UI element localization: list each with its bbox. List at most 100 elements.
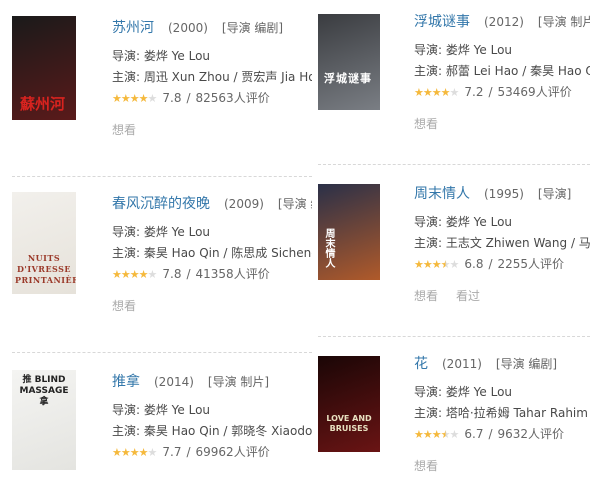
film-director: 导演: 娄烨 Ye Lou (414, 215, 513, 229)
film-role-tags: [导演 制片 编剧] (537, 15, 590, 29)
star-icon: ★ (449, 258, 460, 271)
star-icon: ★ (129, 446, 140, 459)
rating-votes: 82563人评价 (195, 91, 270, 105)
film-title[interactable]: 花 (414, 356, 428, 372)
rating-score: 7.2 (464, 85, 484, 99)
film-title[interactable]: 周末情人 (414, 186, 470, 202)
rating-separator: / (488, 85, 493, 99)
film-actions: 想看 (414, 457, 590, 474)
poster-text: 浮城谜事 (324, 72, 372, 85)
rating-stars: ★★★★★ (414, 428, 460, 441)
star-icon: ★ (138, 268, 149, 281)
film-card: 推 BLIND MASSAGE 拿 推拿 (2014) [导演 制片] 导演: 娄烨… (12, 352, 312, 480)
film-role-tags: [导演 制片] (207, 375, 270, 389)
film-info: 浮城谜事 (2012) [导演 制片 编剧] 导演: 娄烨 Ye Lou 主演: 郝… (414, 10, 590, 132)
want-to-watch-link[interactable]: 想看 (112, 123, 136, 137)
rating-score: 7.7 (162, 445, 182, 459)
star-icon: ★ (147, 446, 158, 459)
star-icon: ★ (414, 258, 424, 271)
star-icon: ★ (138, 446, 149, 459)
star-icon: ★ (431, 86, 442, 99)
rating-stars: ★★★★★ (112, 268, 158, 281)
star-icon: ★ (449, 428, 460, 441)
film-info: 春风沉醉的夜晚 (2009) [导演 编剧] 导演: 娄烨 Ye Lou 主演: 秦… (112, 192, 312, 314)
title-line: 花 (2011) [导演 编剧] (414, 352, 590, 374)
film-poster[interactable]: 周末情人 (318, 184, 380, 280)
film-cast: 主演: 秦昊 Hao Qin / 陈思成 Sicheng Chen (112, 246, 312, 260)
star-icon: ★ (120, 446, 131, 459)
film-poster[interactable]: 浮城谜事 (318, 14, 380, 110)
film-info: 周末情人 (1995) [导演] 导演: 娄烨 Ye Lou 主演: 王志文 Zhi… (414, 182, 590, 304)
rating-votes: 9632人评价 (497, 427, 565, 441)
film-role-tags: [导演] (537, 187, 572, 201)
star-icon: ★ (422, 258, 433, 271)
rating-votes: 41358人评价 (195, 267, 270, 281)
poster-text: LOVE AND BRUISES (326, 414, 372, 433)
rating-separator: / (186, 445, 191, 459)
star-icon: ★ (440, 258, 451, 271)
rating-separator: / (186, 267, 191, 281)
star-icon: ★ (147, 92, 158, 105)
film-cast: 主演: 王志文 Zhiwen Wang / 马晓晴 Xiaoqing Ma (414, 236, 590, 250)
rating-separator: / (186, 91, 191, 105)
rating-stars: ★★★★★ (414, 258, 460, 271)
film-title[interactable]: 浮城谜事 (414, 14, 470, 30)
star-icon: ★ (440, 86, 451, 99)
film-year: (2009) (224, 197, 264, 211)
rating-stars: ★★★★★ (112, 446, 158, 459)
rating-line: ★★★★★ 6.7/9632人评价 (414, 424, 590, 445)
film-poster[interactable]: 推 BLIND MASSAGE 拿 (12, 370, 76, 470)
star-icon: ★ (112, 446, 122, 459)
want-to-watch-link[interactable]: 想看 (414, 459, 438, 473)
star-icon: ★ (147, 268, 158, 281)
star-icon: ★ (120, 92, 131, 105)
star-icon: ★ (112, 268, 122, 281)
film-poster[interactable]: 蘇州河 (12, 16, 76, 120)
rating-line: ★★★★★ 7.7/69962人评价 (112, 442, 312, 463)
film-card: LOVE AND BRUISES 花 (2011) [导演 编剧] 导演: 娄烨 Y… (318, 336, 590, 480)
film-title[interactable]: 春风沉醉的夜晚 (112, 196, 210, 212)
film-poster[interactable]: LOVE AND BRUISES (318, 356, 380, 452)
rating-line: ★★★★★ 7.8/82563人评价 (112, 88, 312, 109)
film-actions: 想看 看过 (414, 287, 590, 304)
want-to-watch-link[interactable]: 想看 (112, 299, 136, 313)
film-actions: 想看 (112, 297, 312, 314)
star-icon: ★ (422, 86, 433, 99)
poster-text: NUITS D'IVRESSE PRINTANIÈRE (15, 253, 76, 285)
rating-line: ★★★★★ 7.2/53469人评价 (414, 82, 590, 103)
rating-score: 7.8 (162, 267, 182, 281)
want-to-watch-link[interactable]: 想看 (414, 117, 438, 131)
film-actions: 想看 (414, 115, 590, 132)
film-role-tags: [导演 编剧] (221, 21, 284, 35)
rating-votes: 69962人评价 (195, 445, 270, 459)
star-icon: ★ (414, 86, 424, 99)
rating-stars: ★★★★★ (414, 86, 460, 99)
star-icon: ★ (440, 428, 451, 441)
title-line: 春风沉醉的夜晚 (2009) [导演 编剧] (112, 192, 312, 214)
film-year: (2014) (154, 375, 194, 389)
rating-votes: 2255人评价 (497, 257, 565, 271)
title-line: 周末情人 (1995) [导演] (414, 182, 590, 204)
title-line: 推拿 (2014) [导演 制片] (112, 370, 312, 392)
film-poster[interactable]: NUITS D'IVRESSE PRINTANIÈRE (12, 192, 76, 294)
film-director: 导演: 娄烨 Ye Lou (414, 43, 513, 57)
star-icon: ★ (431, 428, 442, 441)
film-year: (2000) (168, 21, 208, 35)
star-icon: ★ (422, 428, 433, 441)
film-cast: 主演: 郝蕾 Lei Hao / 秦昊 Hao Qin (414, 64, 590, 78)
film-title[interactable]: 苏州河 (112, 20, 154, 36)
film-year: (2012) (484, 15, 524, 29)
film-cast: 主演: 塔哈·拉希姆 Tahar Rahim / 伦 (414, 406, 590, 420)
star-icon: ★ (414, 428, 424, 441)
star-icon: ★ (449, 86, 460, 99)
want-to-watch-link[interactable]: 想看 (414, 289, 438, 303)
film-info: 花 (2011) [导演 编剧] 导演: 娄烨 Ye Lou 主演: 塔哈·拉希姆 … (414, 352, 590, 474)
film-info: 推拿 (2014) [导演 制片] 导演: 娄烨 Ye Lou 主演: 秦昊 Hao… (112, 370, 312, 475)
rating-separator: / (488, 427, 493, 441)
rating-separator: / (488, 257, 493, 271)
rating-score: 6.7 (464, 427, 484, 441)
star-icon: ★ (112, 92, 122, 105)
watched-link[interactable]: 看过 (456, 289, 480, 303)
film-title[interactable]: 推拿 (112, 374, 140, 390)
rating-score: 7.8 (162, 91, 182, 105)
